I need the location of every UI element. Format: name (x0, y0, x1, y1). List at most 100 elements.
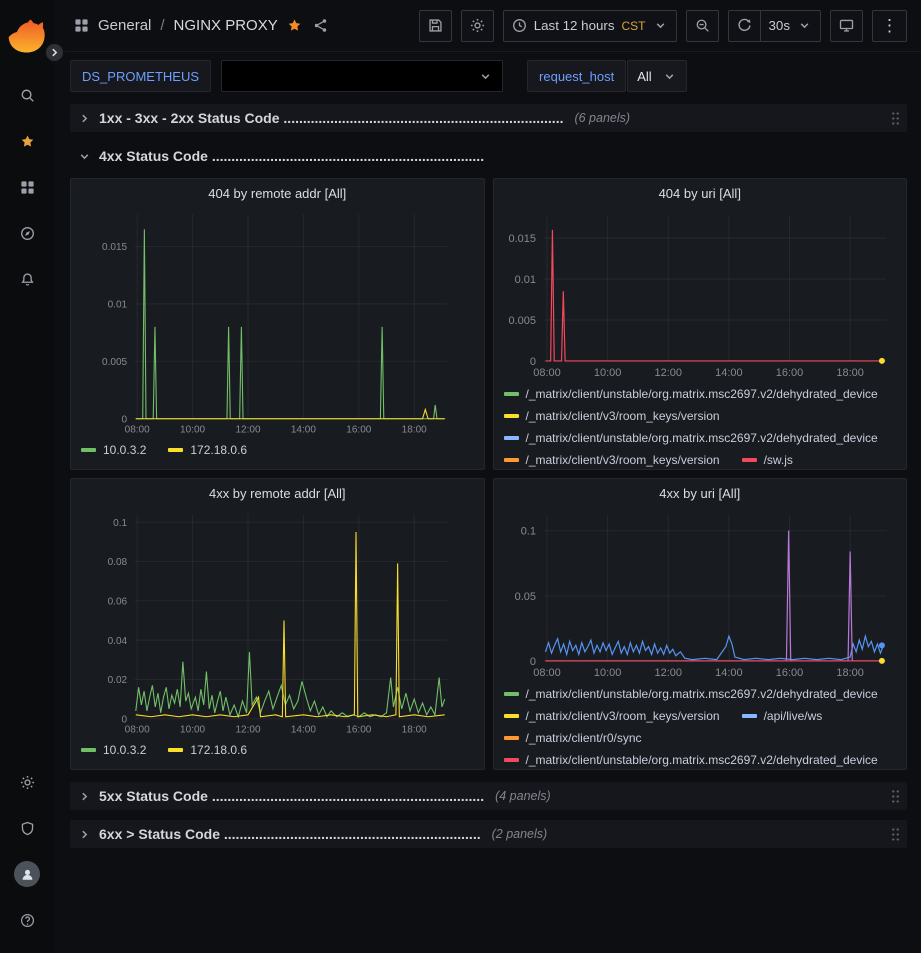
sidebar-item-profile[interactable] (5, 851, 49, 897)
dashboard-canvas: 1xx - 3xx - 2xx Status Code ............… (54, 98, 921, 953)
svg-text:18:00: 18:00 (836, 667, 863, 679)
svg-text:18:00: 18:00 (836, 367, 863, 379)
legend-item[interactable]: /_matrix/client/unstable/org.matrix.msc2… (504, 387, 878, 401)
row-title: 4xx Status Code ........................… (99, 148, 484, 164)
help-circle-icon (20, 913, 35, 928)
legend-swatch (168, 748, 183, 752)
legend-swatch (504, 758, 519, 762)
save-icon (428, 18, 443, 33)
sidebar-item-alerting[interactable] (5, 256, 49, 302)
legend-item[interactable]: /_matrix/client/unstable/org.matrix.msc2… (504, 431, 878, 445)
row-header-1xx-3xx-2xx[interactable]: 1xx - 3xx - 2xx Status Code ............… (70, 104, 907, 132)
chevron-right-icon (77, 827, 92, 842)
svg-text:0.08: 0.08 (108, 557, 128, 568)
shield-icon (20, 821, 35, 836)
panel-title[interactable]: 4xx by remote addr [All] (71, 479, 484, 507)
sidebar-item-explore[interactable] (5, 210, 49, 256)
legend-label: /_matrix/client/unstable/org.matrix.msc2… (526, 753, 878, 767)
panel-title[interactable]: 404 by remote addr [All] (71, 179, 484, 207)
svg-text:0.005: 0.005 (102, 357, 127, 368)
time-range-picker[interactable]: Last 12 hours CST (503, 10, 677, 42)
grafana-app: General / NGINX PROXY Last 12 hours CST (0, 0, 921, 953)
chevron-down-icon (797, 18, 812, 33)
sidebar-item-help[interactable] (5, 897, 49, 943)
panel-title[interactable]: 404 by uri [All] (494, 179, 907, 207)
row-drag-handle[interactable] (891, 827, 900, 842)
time-range-label: Last 12 hours (534, 18, 615, 33)
dashboards-grid-icon (74, 18, 89, 33)
grafana-logo-icon[interactable] (5, 10, 49, 62)
save-dashboard-button[interactable] (419, 10, 452, 42)
user-icon (20, 867, 35, 882)
chart-area: 00.0050.010.01508:0010:0012:0014:0016:00… (494, 207, 907, 381)
dashboard-settings-button[interactable] (461, 10, 494, 42)
row-title: 5xx Status Code ........................… (99, 788, 484, 804)
legend-item[interactable]: /api/live/ws (742, 709, 823, 723)
more-options-button[interactable]: ⋮ (872, 10, 907, 42)
refresh-button[interactable] (728, 10, 761, 42)
search-icon (20, 88, 35, 103)
legend-item[interactable]: 10.0.3.2 (81, 443, 146, 457)
sidebar-item-search[interactable] (5, 72, 49, 118)
legend-row: /_matrix/client/v3/room_keys/version/sw.… (504, 449, 897, 469)
chart-area: 00.020.040.060.080.108:0010:0012:0014:00… (71, 507, 484, 737)
row-header-4xx[interactable]: 4xx Status Code ........................… (70, 142, 907, 170)
legend-item[interactable]: /_matrix/client/r0/sync (504, 731, 642, 745)
timeseries-chart[interactable]: 00.050.108:0010:0012:0014:0016:0018:00 (500, 507, 901, 681)
zoom-out-time-button[interactable] (686, 10, 719, 42)
sidebar-item-admin[interactable] (5, 805, 49, 851)
share-icon[interactable] (313, 18, 328, 33)
request-host-select[interactable]: All (627, 60, 686, 92)
legend-label: 10.0.3.2 (103, 443, 146, 457)
row-title: 1xx - 3xx - 2xx Status Code ............… (99, 110, 563, 126)
panel-4xx-by-uri: 4xx by uri [All] 00.050.108:0010:0012:00… (493, 478, 908, 770)
cycle-view-mode-button[interactable] (830, 10, 863, 42)
legend-row: /_matrix/client/unstable/org.matrix.msc2… (504, 427, 897, 449)
prometheus-datasource-select[interactable] (221, 60, 503, 92)
legend-item[interactable]: 172.18.0.6 (168, 443, 247, 457)
sidebar-item-configuration[interactable] (5, 759, 49, 805)
legend-item[interactable]: /_matrix/client/v3/room_keys/version (504, 709, 720, 723)
legend-item[interactable]: /_matrix/client/unstable/org.matrix.msc2… (504, 687, 878, 701)
svg-text:10:00: 10:00 (593, 367, 620, 379)
legend-item[interactable]: /_matrix/client/v3/room_keys/version (504, 409, 720, 423)
svg-text:0.1: 0.1 (113, 518, 127, 529)
favorite-star-icon[interactable] (287, 18, 302, 33)
sidebar-expand-button[interactable] (44, 42, 65, 63)
svg-text:12:00: 12:00 (654, 667, 681, 679)
row-header-5xx[interactable]: 5xx Status Code ........................… (70, 782, 907, 810)
refresh-interval-select[interactable]: 30s (761, 10, 822, 42)
svg-text:0.005: 0.005 (508, 315, 535, 327)
row-panel-count: (2 panels) (492, 827, 548, 841)
breadcrumb-folder[interactable]: General (98, 17, 151, 34)
gear-icon (470, 18, 485, 33)
timeseries-chart[interactable]: 00.020.040.060.080.108:0010:0012:0014:00… (77, 507, 478, 737)
legend-item[interactable]: 10.0.3.2 (81, 743, 146, 757)
svg-text:16:00: 16:00 (775, 367, 802, 379)
timezone-label: CST (622, 19, 646, 33)
row-drag-handle[interactable] (891, 111, 900, 126)
timeseries-chart[interactable]: 00.0050.010.01508:0010:0012:0014:0016:00… (500, 207, 901, 381)
legend-label: /_matrix/client/v3/room_keys/version (526, 453, 720, 467)
sidebar-item-starred[interactable] (5, 118, 49, 164)
row-drag-handle[interactable] (891, 789, 900, 804)
zoom-out-icon (695, 18, 710, 33)
legend-item[interactable]: /_matrix/client/v3/room_keys/version (504, 453, 720, 467)
svg-text:10:00: 10:00 (180, 724, 205, 735)
legend-item[interactable]: /sw.js (742, 453, 793, 467)
panel-404-by-remote-addr: 404 by remote addr [All] 00.0050.010.015… (70, 178, 485, 470)
row-header-6xx[interactable]: 6xx > Status Code ......................… (70, 820, 907, 848)
sidebar-item-dashboards[interactable] (5, 164, 49, 210)
panel-title[interactable]: 4xx by uri [All] (494, 479, 907, 507)
legend-item[interactable]: 172.18.0.6 (168, 743, 247, 757)
legend-swatch (168, 448, 183, 452)
legend-item[interactable]: /_matrix/client/unstable/org.matrix.msc2… (504, 753, 878, 767)
svg-text:12:00: 12:00 (235, 424, 260, 435)
chevron-down-icon (478, 69, 493, 84)
refresh-controls: 30s (728, 10, 822, 42)
avatar (14, 861, 40, 887)
timeseries-chart[interactable]: 00.0050.010.01508:0010:0012:0014:0016:00… (77, 207, 478, 437)
variable-label-ds-prometheus: DS_PROMETHEUS (70, 60, 211, 92)
variables-bar: DS_PROMETHEUS request_host All (54, 52, 921, 98)
legend-label: /_matrix/client/unstable/org.matrix.msc2… (526, 687, 878, 701)
